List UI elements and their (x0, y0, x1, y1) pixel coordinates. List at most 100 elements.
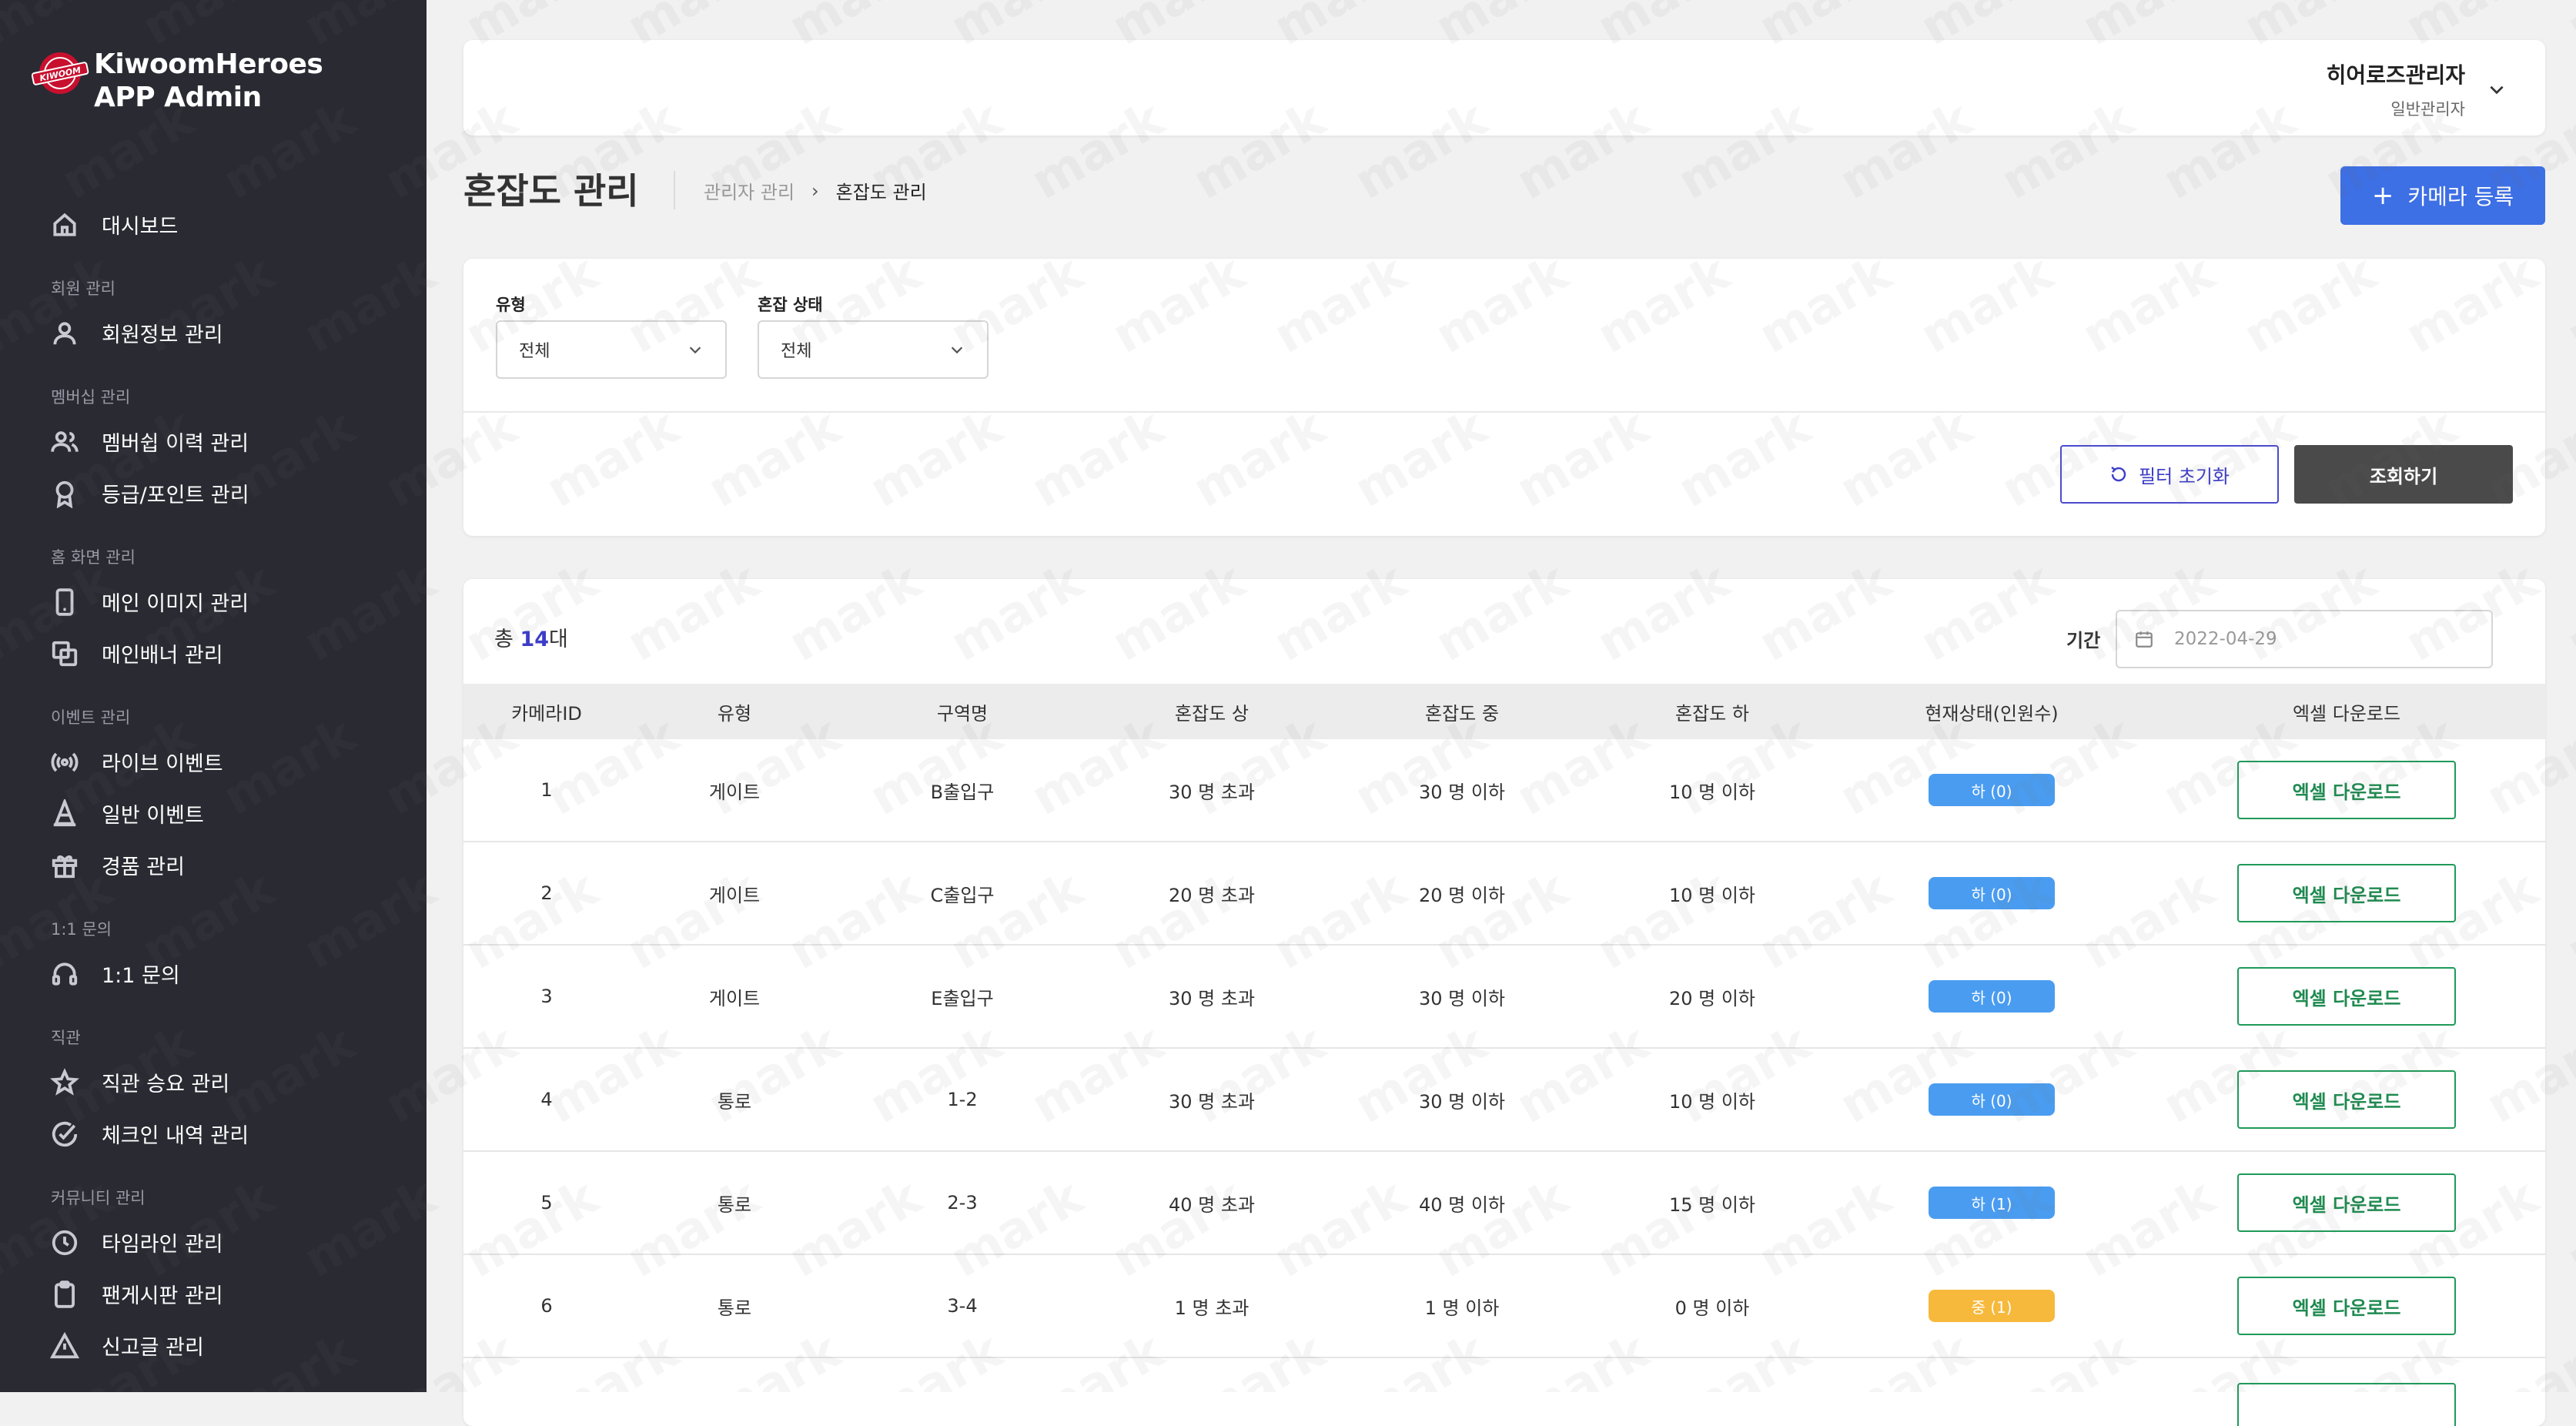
sidebar-item[interactable]: 신고글 관리 (0, 1320, 427, 1371)
cell-id: 2 (540, 842, 552, 944)
sidebar-item-label: 체크인 내역 관리 (102, 1119, 249, 1149)
cell-high: 30 명 초과 (1169, 739, 1255, 841)
column-header: 유형 (718, 684, 751, 739)
users-icon (49, 427, 80, 457)
sidebar-item-label: 메인배너 관리 (102, 638, 223, 668)
cell-mid: 40 명 이하 (1419, 1152, 1505, 1254)
status-filter-value: 전체 (781, 337, 811, 362)
phone-icon (49, 587, 80, 618)
status-badge: 하 (0) (1929, 980, 2055, 1013)
sidebar: KIWOOM KiwoomHeroes APP Admin 대시보드회원 관리회… (0, 0, 427, 1392)
nav-section-title: 커뮤니티 관리 (51, 1186, 427, 1209)
breadcrumb-item-admin[interactable]: 관리자 관리 (704, 177, 795, 204)
table-row: 5통로2-340 명 초과40 명 이하15 명 이하하 (1)엑셀 다운로드 (463, 1152, 2545, 1255)
excel-download-button[interactable]: 엑셀 다운로드 (2237, 967, 2456, 1026)
cell-download: 엑셀 다운로드 (2237, 946, 2456, 1047)
star-icon (49, 1067, 80, 1098)
excel-download-button[interactable] (2237, 1383, 2456, 1426)
period-date-placeholder: 2022-04-29 (2174, 629, 2277, 649)
brand-logo[interactable]: KIWOOM KiwoomHeroes APP Admin (31, 48, 323, 114)
sidebar-item-label: 등급/포인트 관리 (102, 478, 249, 508)
cell-type: 게이트 (709, 739, 760, 841)
sidebar-item[interactable]: 등급/포인트 관리 (0, 467, 427, 519)
sidebar-item[interactable]: 일반 이벤트 (0, 788, 427, 839)
column-header: 현재상태(인원수) (1925, 684, 2058, 739)
excel-download-button[interactable]: 엑셀 다운로드 (2237, 1277, 2456, 1335)
cell-type: 통로 (718, 1049, 751, 1150)
sidebar-item[interactable]: 메인배너 관리 (0, 628, 427, 679)
register-camera-label: 카메라 등록 (2407, 180, 2514, 211)
excel-download-button[interactable]: 엑셀 다운로드 (2237, 864, 2456, 922)
status-filter-select[interactable]: 전체 (758, 320, 989, 379)
nav-section-title: 1:1 문의 (51, 917, 427, 940)
cell-download: 엑셀 다운로드 (2237, 1049, 2456, 1150)
svg-text:mark: mark (2558, 860, 2576, 981)
sidebar-item[interactable]: 직관 승요 관리 (0, 1056, 427, 1108)
cell-status: 하 (1) (1929, 1152, 2055, 1254)
sidebar-item[interactable]: 대시보드 (0, 199, 427, 250)
sidebar-item[interactable]: 멤버쉽 이력 관리 (0, 416, 427, 467)
user-role: 일반관리자 (2327, 97, 2465, 120)
sidebar-item[interactable]: 타임라인 관리 (0, 1217, 427, 1268)
table-header: 카메라ID유형구역명혼잡도 상혼잡도 중혼잡도 하현재상태(인원수)엑셀 다운로… (463, 684, 2545, 739)
user-menu[interactable]: 히어로즈관리자 일반관리자 (2327, 59, 2507, 120)
cell-id: 4 (540, 1049, 552, 1150)
period-label: 기간 (2066, 625, 2100, 652)
breadcrumb-item-current: 혼잡도 관리 (836, 177, 927, 204)
type-filter-select[interactable]: 전체 (496, 320, 727, 379)
sidebar-item[interactable]: 체크인 내역 관리 (0, 1108, 427, 1160)
total-number: 14 (520, 628, 549, 651)
nav-section-title: 이벤트 관리 (51, 705, 427, 728)
sidebar-item[interactable]: 경품 관리 (0, 839, 427, 891)
sidebar-item-label: 대시보드 (102, 209, 178, 239)
cell-low: 10 명 이하 (1669, 739, 1755, 841)
register-camera-button[interactable]: + 카메라 등록 (2340, 166, 2545, 225)
sidebar-item[interactable]: 메인 이미지 관리 (0, 576, 427, 628)
calendar-icon (2134, 629, 2154, 649)
svg-text:mark: mark (2558, 1168, 2576, 1289)
cell-high: 40 명 초과 (1169, 1152, 1255, 1254)
svg-text:mark: mark (2558, 552, 2576, 673)
sidebar-item[interactable]: 1:1 문의 (0, 948, 427, 999)
reset-icon (2109, 465, 2128, 484)
sidebar-item-label: 회원정보 관리 (102, 318, 223, 348)
column-header: 혼잡도 중 (1425, 684, 1499, 739)
broadcast-icon (49, 747, 80, 778)
nav-section-title: 직관 (51, 1026, 427, 1049)
clipboard-icon (49, 1279, 80, 1310)
reset-filter-button[interactable]: 필터 초기화 (2060, 445, 2279, 504)
cell-mid: 20 명 이하 (1419, 842, 1505, 944)
cell-high: 1 명 초과 (1175, 1255, 1250, 1357)
user-name: 히어로즈관리자 (2327, 59, 2465, 89)
chevron-down-icon[interactable] (2487, 79, 2507, 99)
cell-id: 1 (540, 739, 552, 841)
status-badge: 하 (0) (1929, 1083, 2055, 1116)
excel-download-button[interactable]: 엑셀 다운로드 (2237, 1070, 2456, 1129)
sidebar-item[interactable]: 회원정보 관리 (0, 307, 427, 359)
column-header: 혼잡도 상 (1175, 684, 1249, 739)
cell-status: 하 (0) (1929, 842, 2055, 944)
sidebar-item[interactable]: 라이브 이벤트 (0, 736, 427, 788)
chevron-down-icon (687, 341, 704, 358)
search-button[interactable]: 조회하기 (2294, 445, 2513, 504)
excel-download-button[interactable]: 엑셀 다운로드 (2237, 761, 2456, 819)
cell-download: 엑셀 다운로드 (2237, 842, 2456, 944)
camera-table-panel: 총 14대 기간 2022-04-29 카메라ID유형구역명혼잡도 상혼잡도 중… (463, 579, 2545, 1426)
cell-high: 20 명 초과 (1169, 842, 1255, 944)
nav-section-title: 홈 화면 관리 (51, 545, 427, 568)
cell-type: 통로 (718, 1255, 751, 1357)
cell-mid: 30 명 이하 (1419, 946, 1505, 1047)
total-prefix: 총 (494, 628, 520, 651)
period-date-input[interactable]: 2022-04-29 (2116, 610, 2493, 668)
sidebar-item-label: 일반 이벤트 (102, 798, 204, 828)
sidebar-item[interactable]: 팬게시판 관리 (0, 1268, 427, 1320)
table-row: 2게이트C출입구20 명 초과20 명 이하10 명 이하하 (0)엑셀 다운로… (463, 842, 2545, 946)
status-badge: 중 (1) (1929, 1290, 2055, 1322)
brand-line-1: KiwoomHeroes (94, 48, 323, 81)
excel-download-button[interactable]: 엑셀 다운로드 (2237, 1173, 2456, 1232)
copy-icon (49, 638, 80, 669)
cell-id: 5 (540, 1152, 552, 1254)
cell-high: 30 명 초과 (1169, 1049, 1255, 1150)
cell-low: 10 명 이하 (1669, 1049, 1755, 1150)
brand-line-2: APP Admin (94, 81, 323, 114)
